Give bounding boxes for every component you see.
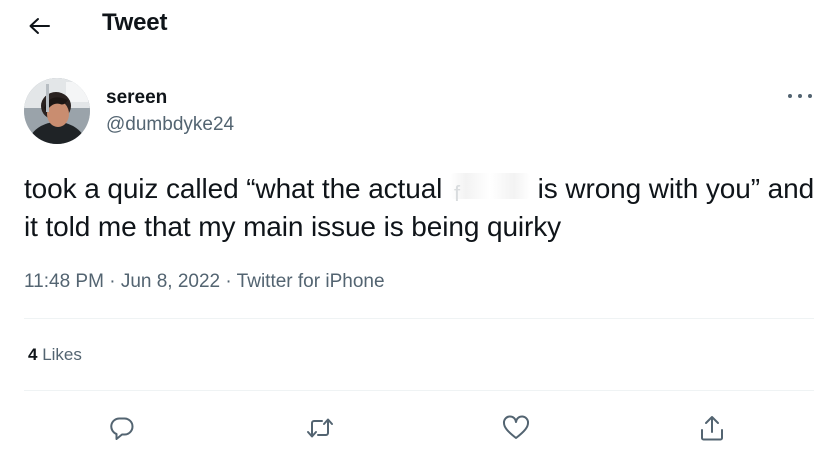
tweet-actions-bar <box>0 408 840 448</box>
divider <box>24 318 814 319</box>
back-button[interactable] <box>22 10 56 42</box>
meta-separator: · <box>225 271 232 292</box>
heart-icon <box>502 415 530 441</box>
more-dots-icon <box>798 94 802 98</box>
author-display-name[interactable]: sereen <box>106 87 167 109</box>
likes-count: 4 <box>28 345 38 364</box>
meta-separator: · <box>109 271 116 292</box>
arrow-left-icon <box>28 17 50 35</box>
tweet-text: took a quiz called “what the actual f is… <box>24 170 824 246</box>
tweet-header: Tweet <box>0 0 840 52</box>
tweet-date[interactable]: Jun 8, 2022 <box>121 271 220 292</box>
more-dots-icon <box>788 94 792 98</box>
tweet-meta: 11:48 PM · Jun 8, 2022 · Twitter for iPh… <box>24 271 385 293</box>
retweet-icon <box>306 415 334 441</box>
censored-word: f <box>449 173 530 206</box>
likes-stat[interactable]: 4 Likes <box>28 345 82 365</box>
divider <box>24 390 814 391</box>
more-dots-icon <box>808 94 812 98</box>
avatar[interactable] <box>24 78 90 144</box>
share-button[interactable] <box>692 408 732 448</box>
reply-button[interactable] <box>102 408 142 448</box>
like-button[interactable] <box>496 408 536 448</box>
likes-label: Likes <box>42 345 82 364</box>
tweet-time[interactable]: 11:48 PM <box>24 271 104 292</box>
share-icon <box>699 414 725 442</box>
tweet-text-part-1: took a quiz called “what the actual <box>24 173 450 204</box>
retweet-button[interactable] <box>300 408 340 448</box>
page-title: Tweet <box>102 9 168 36</box>
reply-icon <box>109 415 135 441</box>
tweet-source[interactable]: Twitter for iPhone <box>237 271 385 292</box>
more-options-button[interactable] <box>788 88 812 104</box>
author-handle[interactable]: @dumbdyke24 <box>106 114 234 136</box>
